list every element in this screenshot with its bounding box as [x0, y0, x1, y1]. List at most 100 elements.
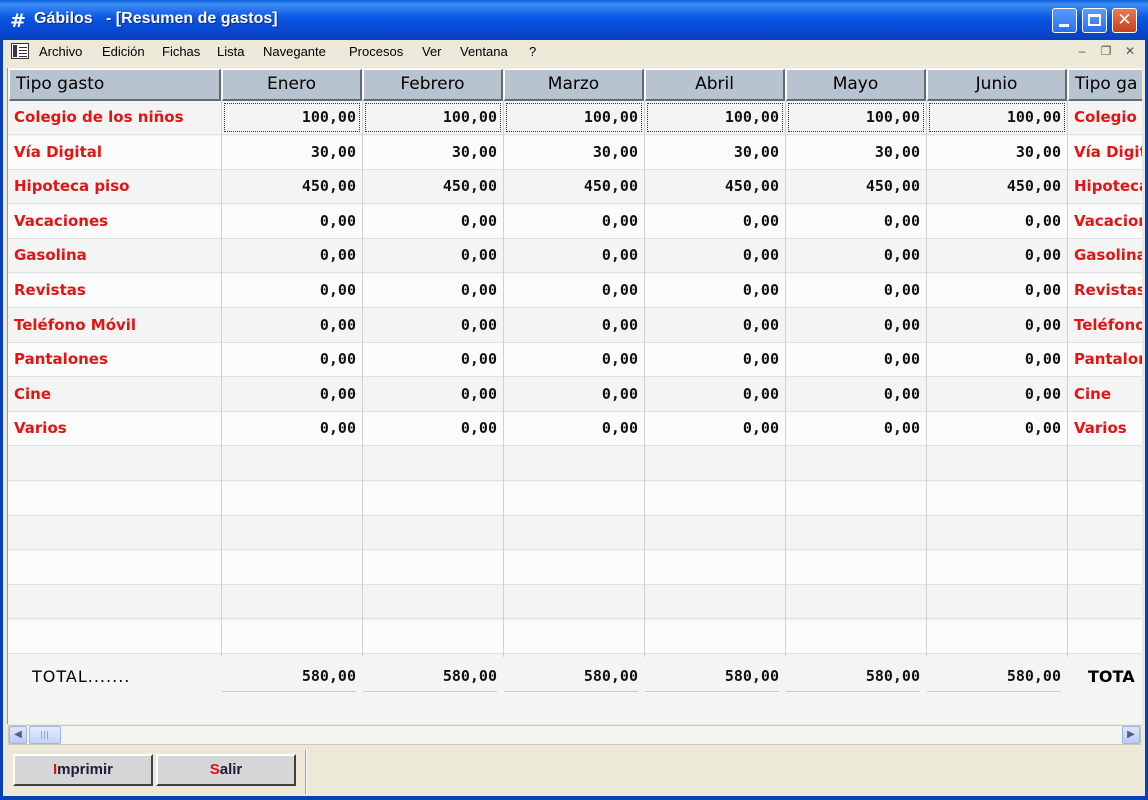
expense-grid[interactable]: Tipo gasto Enero Febrero Marzo Abril May… [7, 68, 1142, 724]
amount-cell[interactable]: 30,00 [645, 136, 785, 169]
table-row[interactable]: Gasolina 0,00 0,00 0,00 0,00 0,00 0,00 Gasolina [8, 239, 1142, 274]
amount-cell[interactable]: 0,00 [504, 274, 644, 307]
expense-type-cell[interactable]: Teléfono Móvil [8, 309, 220, 342]
amount-cell[interactable]: 450,00 [222, 170, 362, 203]
amount-cell[interactable]: 0,00 [222, 239, 362, 272]
expense-type-cell[interactable]: Vacaciones [8, 205, 220, 238]
amount-cell[interactable]: 30,00 [927, 136, 1067, 169]
amount-cell[interactable]: 0,00 [786, 309, 926, 342]
amount-cell[interactable]: 0,00 [504, 378, 644, 411]
amount-cell[interactable]: 0,00 [645, 309, 785, 342]
menu-navegante[interactable]: Navegante [263, 44, 326, 59]
expense-type-cell-repeat[interactable]: Pantalon [1068, 343, 1142, 376]
close-button[interactable]: ✕ [1112, 8, 1137, 33]
table-row[interactable]: Vacaciones 0,00 0,00 0,00 0,00 0,00 0,00 Vacaci… [8, 204, 1142, 239]
amount-cell[interactable]: 0,00 [363, 412, 503, 445]
expense-type-cell-repeat[interactable]: Teléfono [1068, 309, 1142, 342]
amount-cell[interactable]: 0,00 [222, 309, 362, 342]
amount-cell[interactable]: 0,00 [363, 274, 503, 307]
amount-cell[interactable]: 0,00 [927, 378, 1067, 411]
menu-fichas[interactable]: Fichas [162, 44, 200, 59]
amount-cell[interactable]: 0,00 [363, 378, 503, 411]
child-minimize-icon[interactable]: – [1075, 44, 1089, 58]
header-month[interactable]: Mayo [786, 69, 926, 101]
table-row[interactable]: Varios 0,00 0,00 0,00 0,00 0,00 0,00 Varios [8, 412, 1142, 447]
expense-type-cell[interactable]: Revistas [8, 274, 220, 307]
expense-type-cell-repeat[interactable]: Varios [1068, 412, 1142, 445]
expense-type-cell[interactable]: Vía Digital [8, 136, 220, 169]
amount-cell[interactable]: 0,00 [363, 205, 503, 238]
amount-cell[interactable]: 0,00 [645, 274, 785, 307]
amount-cell[interactable]: 100,00 [222, 101, 362, 134]
expense-type-cell-repeat[interactable]: Gasolina [1068, 239, 1142, 272]
amount-cell[interactable]: 450,00 [363, 170, 503, 203]
header-month[interactable]: Febrero [363, 69, 503, 101]
amount-cell[interactable]: 0,00 [927, 412, 1067, 445]
amount-cell[interactable]: 100,00 [363, 101, 503, 134]
amount-cell[interactable]: 0,00 [927, 343, 1067, 376]
amount-cell[interactable]: 0,00 [645, 205, 785, 238]
table-row[interactable]: Pantalones 0,00 0,00 0,00 0,00 0,00 0,00 Pantal… [8, 343, 1142, 378]
expense-type-cell[interactable]: Gasolina [8, 239, 220, 272]
title-bar[interactable]: # Gábilos - [Resumen de gastos] ✕ [0, 0, 1148, 40]
amount-cell[interactable]: 0,00 [363, 343, 503, 376]
hash-grid-icon[interactable]: # [8, 11, 28, 31]
amount-cell[interactable]: 450,00 [504, 170, 644, 203]
amount-cell[interactable]: 0,00 [222, 412, 362, 445]
expense-type-cell-repeat[interactable]: Vía Digit [1068, 136, 1142, 169]
amount-cell[interactable]: 100,00 [645, 101, 785, 134]
amount-cell[interactable]: 100,00 [927, 101, 1067, 134]
empty-row[interactable] [8, 516, 1142, 551]
amount-cell[interactable]: 0,00 [786, 343, 926, 376]
menu-edicion[interactable]: Edición [102, 44, 145, 59]
empty-row[interactable] [8, 447, 1142, 481]
amount-cell[interactable]: 30,00 [786, 136, 926, 169]
amount-cell[interactable]: 0,00 [927, 205, 1067, 238]
amount-cell[interactable]: 0,00 [504, 343, 644, 376]
expense-type-cell[interactable]: Hipoteca piso [8, 170, 220, 203]
amount-cell[interactable]: 0,00 [222, 343, 362, 376]
print-button[interactable]: Imprimir [13, 754, 153, 786]
expense-type-cell-repeat[interactable]: Hipoteca [1068, 170, 1142, 203]
amount-cell[interactable]: 0,00 [927, 239, 1067, 272]
table-row[interactable]: Teléfono Móvil 0,00 0,00 0,00 0,00 0,00 0,00 Te… [8, 309, 1142, 343]
expense-type-cell[interactable]: Cine [8, 378, 220, 411]
scroll-right-button[interactable]: ▶ [1122, 726, 1140, 744]
amount-cell[interactable]: 30,00 [222, 136, 362, 169]
amount-cell[interactable]: 0,00 [645, 239, 785, 272]
header-month[interactable]: Junio [927, 69, 1067, 101]
amount-cell[interactable]: 0,00 [786, 239, 926, 272]
menu-ventana[interactable]: Ventana [460, 44, 508, 59]
header-tipo-gasto-repeat[interactable]: Tipo ga [1068, 69, 1142, 101]
expense-type-cell-repeat[interactable]: Vacacion [1068, 205, 1142, 238]
child-restore-icon[interactable]: ❐ [1099, 44, 1113, 58]
expense-type-cell-repeat[interactable]: Cine [1068, 378, 1142, 411]
amount-cell[interactable]: 0,00 [786, 274, 926, 307]
table-row[interactable]: Cine 0,00 0,00 0,00 0,00 0,00 0,00 Cine [8, 378, 1142, 412]
amount-cell[interactable]: 0,00 [504, 239, 644, 272]
amount-cell[interactable]: 0,00 [222, 378, 362, 411]
menu-procesos[interactable]: Procesos [349, 44, 403, 59]
expense-type-cell[interactable]: Pantalones [8, 343, 220, 376]
amount-cell[interactable]: 0,00 [786, 378, 926, 411]
header-month[interactable]: Enero [222, 69, 362, 101]
empty-row[interactable] [8, 585, 1142, 620]
minimize-button[interactable] [1052, 8, 1077, 33]
exit-button[interactable]: Salir [156, 754, 296, 786]
empty-row[interactable] [8, 481, 1142, 516]
empty-row[interactable] [8, 620, 1142, 654]
amount-cell[interactable]: 30,00 [363, 136, 503, 169]
amount-cell[interactable]: 0,00 [363, 239, 503, 272]
header-month[interactable]: Marzo [504, 69, 644, 101]
expense-type-cell[interactable]: Varios [8, 412, 220, 445]
empty-row[interactable] [8, 550, 1142, 585]
amount-cell[interactable]: 0,00 [504, 205, 644, 238]
menu-archivo[interactable]: Archivo [39, 44, 82, 59]
header-tipo-gasto[interactable]: Tipo gasto [9, 69, 221, 101]
amount-cell[interactable]: 30,00 [504, 136, 644, 169]
menu-ver[interactable]: Ver [422, 44, 442, 59]
menu-lista[interactable]: Lista [217, 44, 244, 59]
table-row[interactable]: Revistas 0,00 0,00 0,00 0,00 0,00 0,00 Revistas [8, 274, 1142, 308]
amount-cell[interactable]: 0,00 [645, 343, 785, 376]
amount-cell[interactable]: 100,00 [504, 101, 644, 134]
